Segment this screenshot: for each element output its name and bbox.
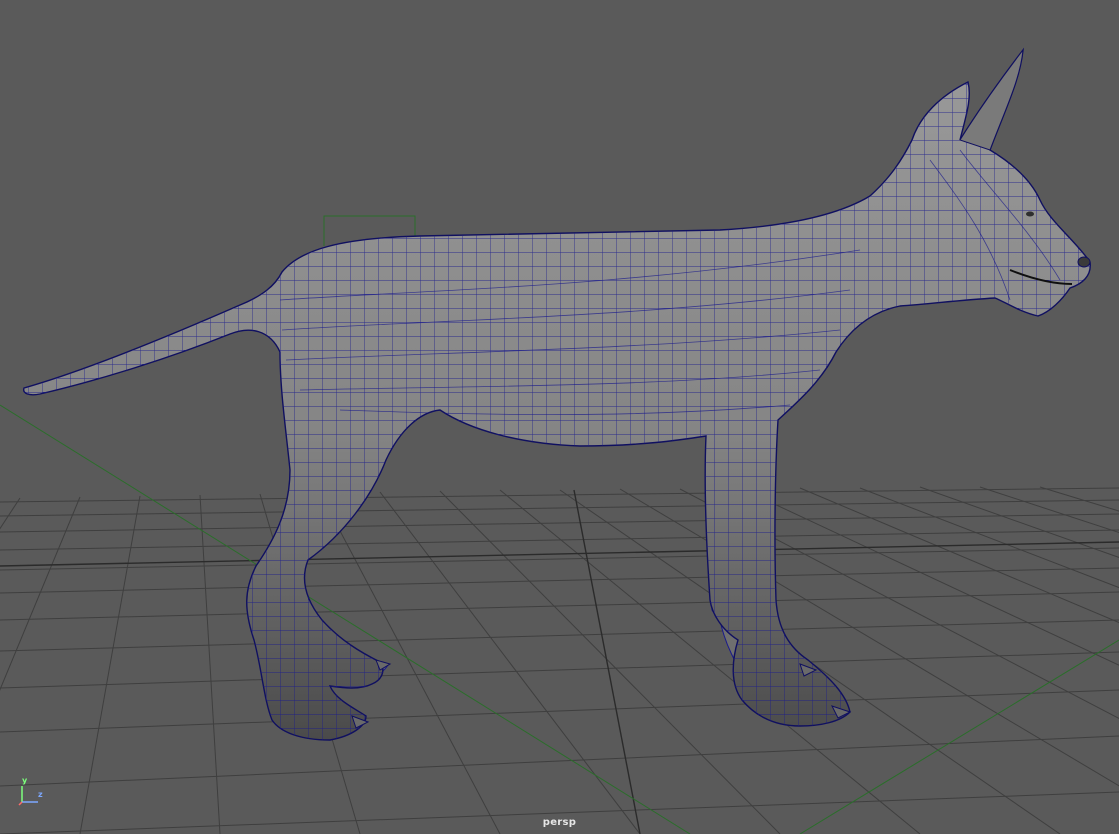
camera-name-label: persp xyxy=(542,817,577,828)
axis-z-label: z xyxy=(38,790,43,799)
viewport-scene xyxy=(0,0,1119,834)
perspective-viewport[interactable]: y z persp xyxy=(0,0,1119,834)
view-axis-gizmo: y z xyxy=(14,776,48,810)
axis-y-label: y xyxy=(22,776,28,785)
